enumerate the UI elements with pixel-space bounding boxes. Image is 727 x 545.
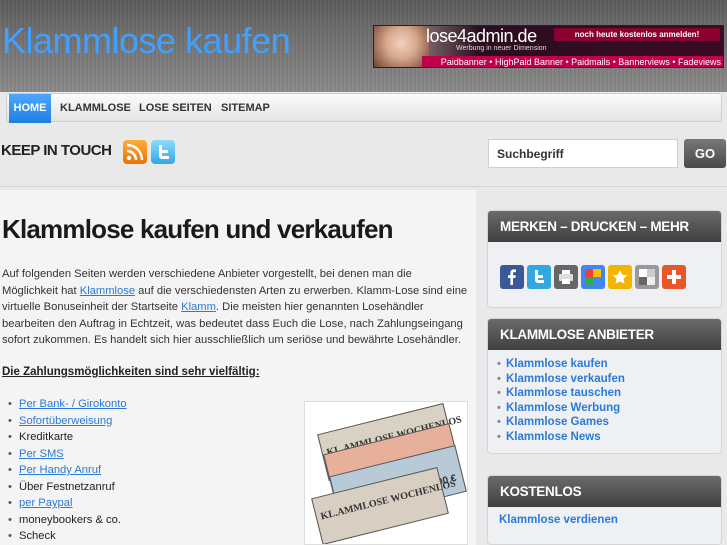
klammlose-link[interactable]: Klammlose <box>80 285 135 297</box>
banner-tagline: Werbung in neuer Dimension <box>456 45 547 52</box>
list-item: Kreditkarte <box>8 429 127 446</box>
widget-title: MERKEN – DRUCKEN – MEHR <box>488 211 721 242</box>
search-go-button[interactable]: GO <box>684 139 726 168</box>
klammlose-verdienen-link[interactable]: Klammlose verdienen <box>488 507 721 526</box>
widget-kostenlos: KOSTENLOS Klammlose verdienen <box>487 475 722 545</box>
payment-list: Per Bank- / Girokonto Sofortüberweisung … <box>8 396 127 545</box>
widget-title: KOSTENLOS <box>488 476 721 507</box>
main-nav: HOME KLAMMLOSE LOSE SEITEN SITEMAP <box>6 93 722 123</box>
nav-item-home[interactable]: HOME <box>9 94 51 123</box>
lottery-tickets-image: KL.AMMLOSE WOCHENLOS 25,00 € 25,00 € KL.… <box>304 401 468 545</box>
list-item[interactable]: Klammlose verkaufen <box>497 372 721 387</box>
banner-logo: lose4admin.de <box>426 26 537 46</box>
twitter-icon[interactable] <box>527 265 551 289</box>
banner-cta[interactable]: noch heute kostenlos anmelden! <box>554 28 720 41</box>
print-icon[interactable] <box>554 265 578 289</box>
site-title[interactable]: Klammlose kaufen <box>2 20 291 62</box>
list-item[interactable]: Sofortüberweisung <box>8 413 127 430</box>
anbieter-list: Klammlose kaufen Klammlose verkaufen Kla… <box>488 350 721 444</box>
twitter-icon[interactable] <box>151 140 175 164</box>
list-item[interactable]: Per Handy Anruf <box>8 462 127 479</box>
list-item[interactable]: Per SMS <box>8 446 127 463</box>
list-item: Scheck <box>8 528 127 545</box>
list-item[interactable]: Klammlose Werbung <box>497 401 721 416</box>
favorite-star-icon[interactable] <box>608 265 632 289</box>
site-header: Klammlose kaufen lose4admin.de Werbung i… <box>0 0 727 92</box>
klamm-link[interactable]: Klamm <box>181 301 216 313</box>
nav-item-lose-seiten[interactable]: LOSE SEITEN <box>139 94 212 123</box>
list-item[interactable]: Klammlose tauschen <box>497 386 721 401</box>
header-divider <box>0 186 727 187</box>
payment-subheading: Die Zahlungsmöglichkeiten sind sehr viel… <box>2 366 260 378</box>
page-title: Klammlose kaufen und verkaufen <box>2 214 393 244</box>
facebook-icon[interactable] <box>500 265 524 289</box>
google-icon[interactable] <box>581 265 605 289</box>
widget-merken: MERKEN – DRUCKEN – MEHR <box>487 210 722 308</box>
list-item: Über Festnetzanruf <box>8 479 127 496</box>
list-item: moneybookers & co. <box>8 512 127 529</box>
banner-strip: Paidbanner • HighPaid Banner • Paidmails… <box>422 56 723 67</box>
widget-anbieter: KLAMMLOSE ANBIETER Klammlose kaufen Klam… <box>487 318 722 454</box>
intro-paragraph: Auf folgenden Seiten werden verschiedene… <box>2 266 468 349</box>
rss-icon[interactable] <box>123 140 147 164</box>
delicious-icon[interactable] <box>635 265 659 289</box>
nav-item-klammlose[interactable]: KLAMMLOSE <box>60 94 131 123</box>
list-item[interactable]: Klammlose News <box>497 430 721 445</box>
keep-in-touch-label: KEEP IN TOUCH <box>1 142 112 159</box>
search-input[interactable] <box>488 139 678 168</box>
list-item[interactable]: Per Bank- / Girokonto <box>8 396 127 413</box>
list-item[interactable]: per Paypal <box>8 495 127 512</box>
add-more-icon[interactable] <box>662 265 686 289</box>
widget-title: KLAMMLOSE ANBIETER <box>488 319 721 350</box>
list-item[interactable]: Klammlose Games <box>497 415 721 430</box>
ad-banner[interactable]: lose4admin.de Werbung in neuer Dimension… <box>373 25 724 68</box>
banner-portrait <box>374 26 429 67</box>
nav-item-sitemap[interactable]: SITEMAP <box>221 94 270 123</box>
list-item[interactable]: Klammlose kaufen <box>497 357 721 372</box>
